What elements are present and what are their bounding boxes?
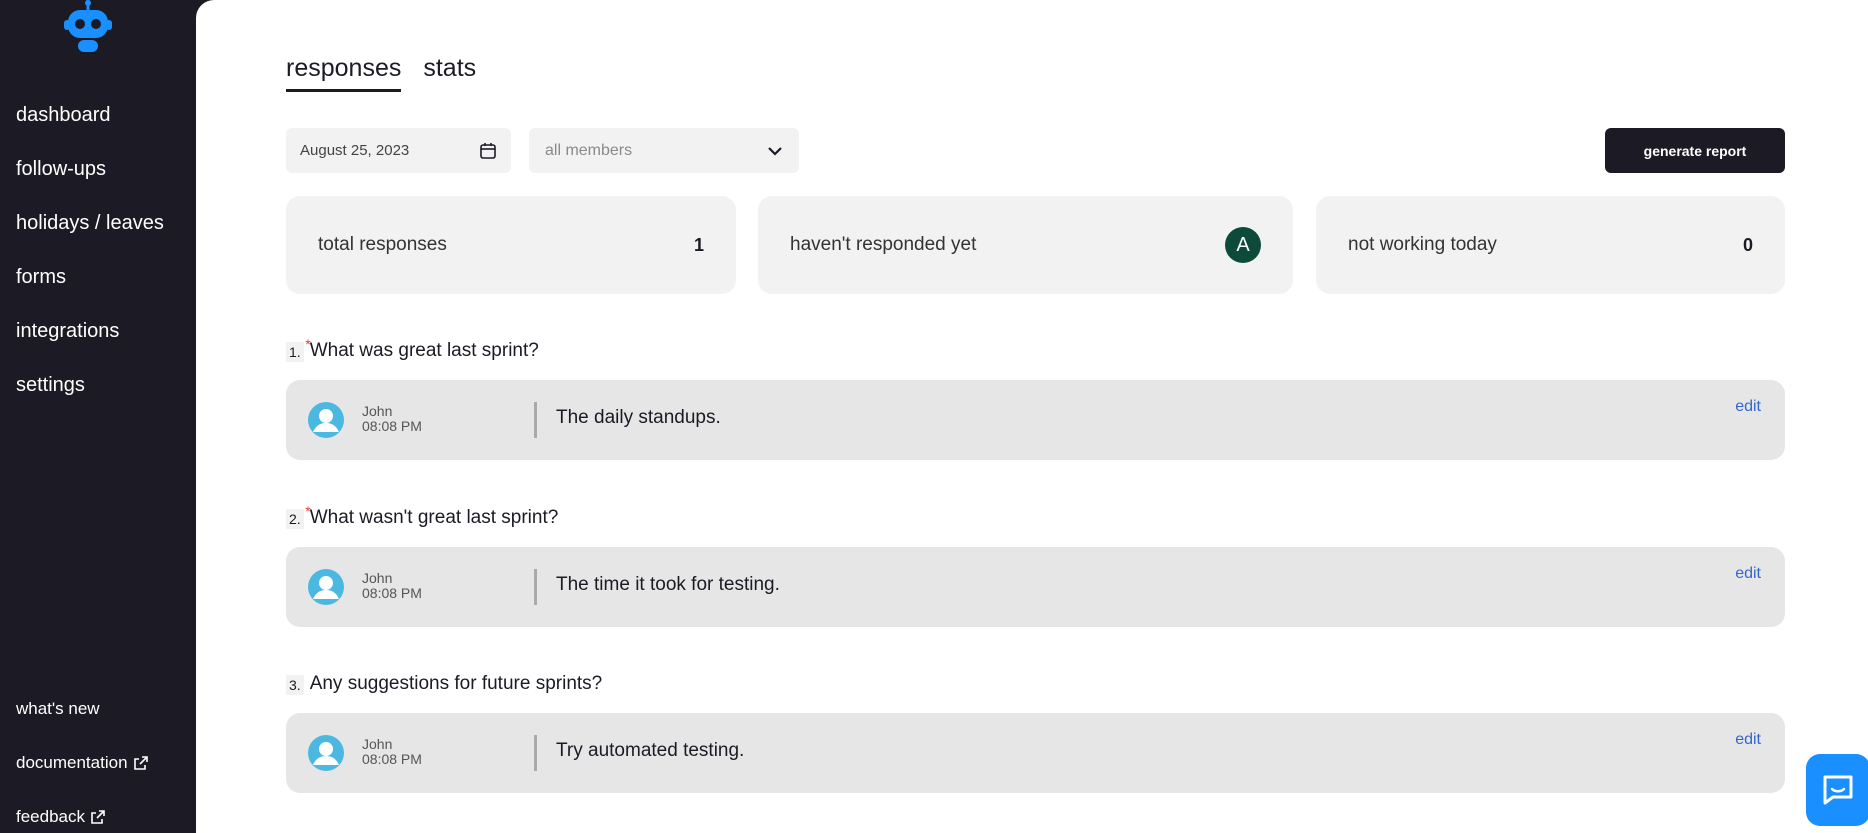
answer-time: 08:08 PM	[362, 418, 422, 434]
question-text: What wasn't great last sprint?	[309, 507, 559, 528]
sidebar-item-settings[interactable]: settings	[16, 373, 164, 427]
members-select[interactable]: all members	[529, 128, 799, 173]
members-placeholder: all members	[545, 141, 633, 159]
question-number: 2. *	[286, 503, 311, 529]
sidebar-item-follow-ups[interactable]: follow-ups	[16, 157, 164, 211]
answer-text: The time it took for testing.	[556, 574, 780, 595]
whats-new-link[interactable]: what's new	[16, 682, 148, 736]
not-working-label: not working today	[1348, 234, 1497, 255]
question-heading: 1. * What was great last sprint?	[286, 336, 539, 362]
sidebar-item-integrations[interactable]: integrations	[16, 319, 164, 373]
user-avatar-icon	[308, 735, 344, 771]
user-avatar-icon	[308, 402, 344, 438]
generate-report-button[interactable]: generate report	[1605, 128, 1785, 173]
question-number: 1. *	[286, 336, 311, 362]
divider	[534, 569, 537, 605]
feedback-label: feedback	[16, 807, 85, 826]
question-text: What was great last sprint?	[309, 340, 539, 361]
required-marker: *	[305, 336, 311, 352]
not-responded-card: haven't responded yet A	[758, 196, 1293, 294]
answer-meta: John 08:08 PM	[362, 404, 422, 434]
answer-meta: John 08:08 PM	[362, 571, 422, 601]
divider	[534, 402, 537, 438]
calendar-icon	[480, 142, 496, 159]
chevron-down-icon	[768, 146, 782, 156]
sidebar-item-forms[interactable]: forms	[16, 265, 164, 319]
question-heading: 3. Any suggestions for future sprints?	[286, 673, 602, 695]
question-text: Any suggestions for future sprints?	[309, 673, 603, 694]
documentation-link[interactable]: documentation	[16, 736, 148, 790]
answer-meta: John 08:08 PM	[362, 737, 422, 767]
answer-time: 08:08 PM	[362, 751, 422, 767]
robot-logo-icon[interactable]	[64, 0, 112, 56]
sidebar-item-dashboard[interactable]: dashboard	[16, 103, 164, 157]
divider	[534, 735, 537, 771]
required-marker: *	[305, 503, 311, 519]
tab-stats[interactable]: stats	[423, 54, 476, 92]
user-avatar-icon	[308, 569, 344, 605]
total-responses-value: 1	[693, 234, 704, 255]
sidebar-nav: dashboard follow-ups holidays / leaves f…	[16, 103, 164, 427]
tabs: responses stats	[286, 54, 476, 92]
answer-row: John 08:08 PM The time it took for testin…	[286, 547, 1785, 627]
not-working-value: 0	[1742, 234, 1753, 255]
date-value: August 25, 2023	[300, 142, 410, 159]
date-picker[interactable]: August 25, 2023	[286, 128, 511, 173]
edit-link[interactable]: edit	[1735, 731, 1761, 749]
answer-user: John	[362, 570, 393, 586]
total-responses-card: total responses 1	[286, 196, 736, 294]
total-responses-label: total responses	[318, 234, 447, 255]
answer-text: The daily standups.	[556, 407, 721, 428]
edit-link[interactable]: edit	[1735, 565, 1761, 583]
answer-user: John	[362, 736, 393, 752]
not-responded-label: haven't responded yet	[790, 234, 977, 255]
answer-row: John 08:08 PM Try automated testing. edit	[286, 713, 1785, 793]
answer-time: 08:08 PM	[362, 585, 422, 601]
chat-button[interactable]	[1806, 754, 1868, 826]
edit-link[interactable]: edit	[1735, 398, 1761, 416]
documentation-label: documentation	[16, 753, 128, 772]
external-link-icon	[133, 756, 148, 770]
sidebar-bottom-nav: what's new documentation feedback	[16, 682, 148, 833]
question-heading: 2. * What wasn't great last sprint?	[286, 503, 559, 529]
tab-responses[interactable]: responses	[286, 54, 402, 92]
question-number: 3.	[286, 675, 304, 695]
whats-new-label: what's new	[16, 699, 100, 718]
answer-text: Try automated testing.	[556, 740, 745, 761]
answer-row: John 08:08 PM The daily standups. edit	[286, 380, 1785, 460]
main-content: responses stats August 25, 2023 all memb…	[196, 0, 1868, 833]
feedback-link[interactable]: feedback	[16, 790, 148, 833]
sidebar: dashboard follow-ups holidays / leaves f…	[0, 0, 196, 833]
not-working-card: not working today 0	[1316, 196, 1785, 294]
sidebar-item-holidays-leaves[interactable]: holidays / leaves	[16, 211, 164, 265]
external-link-icon	[91, 810, 105, 824]
chat-bubble-icon	[1823, 775, 1853, 805]
answer-user: John	[362, 403, 393, 419]
member-avatar[interactable]: A	[1225, 227, 1261, 263]
